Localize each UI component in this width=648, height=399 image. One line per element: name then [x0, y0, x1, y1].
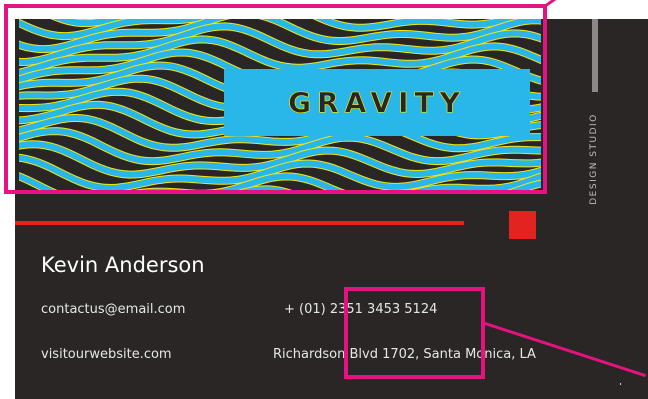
address-text: Richardson Blvd 1702, Santa Monica, LA	[273, 347, 536, 362]
highlight-leader-line-top	[542, 0, 569, 9]
brand-title-box: GRAVITY	[224, 69, 530, 136]
phone-text: + (01) 2351 3453 5124	[284, 302, 438, 317]
email-text: contactus@email.com	[41, 302, 186, 317]
speck	[620, 383, 621, 385]
tagline-text: DESIGN STUDIO	[589, 113, 599, 205]
website-text: visitourwebsite.com	[41, 347, 172, 362]
vertical-divider-bar	[592, 19, 598, 92]
brand-title: GRAVITY	[288, 86, 466, 120]
business-card-mockup: GRAVITY DESIGN STUDIO Kevin Anderson con…	[0, 0, 648, 399]
tagline-vertical: DESIGN STUDIO	[584, 103, 604, 215]
red-accent-line	[15, 221, 464, 225]
person-name: Kevin Anderson	[41, 253, 205, 277]
red-accent-square	[509, 211, 536, 239]
